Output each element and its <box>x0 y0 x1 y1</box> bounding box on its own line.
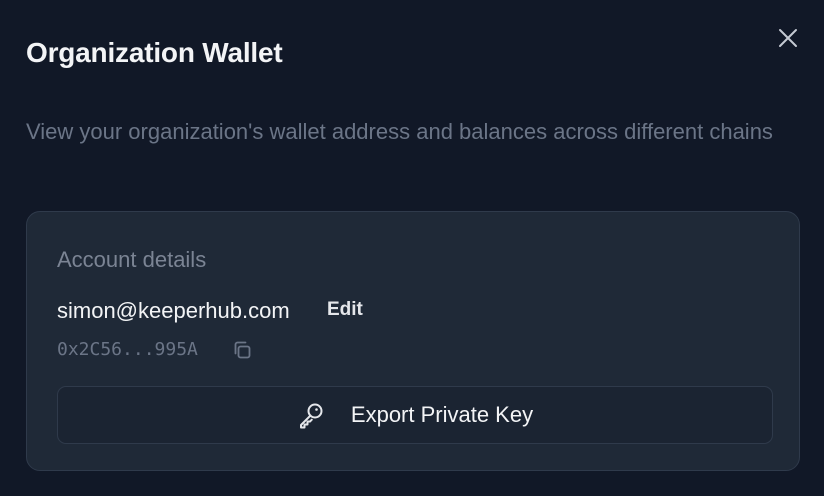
export-private-key-label: Export Private Key <box>350 402 534 427</box>
account-details-heading: Account details <box>57 247 207 272</box>
close-icon <box>778 28 798 48</box>
key-icon <box>297 401 325 429</box>
wallet-address: 0x2C56...995A <box>57 339 198 360</box>
copy-address-button[interactable] <box>231 338 253 362</box>
account-email: simon@keeperhub.com <box>57 298 290 323</box>
account-details-card: Account details simon@keeperhub.com Edit… <box>26 211 800 471</box>
dialog-title: Organization Wallet <box>26 37 283 68</box>
dialog-subtitle: View your organization's wallet address … <box>26 119 773 144</box>
close-button[interactable] <box>772 22 804 54</box>
export-private-key-button[interactable]: Export Private Key <box>57 386 773 444</box>
organization-wallet-dialog: Organization Wallet View your organizati… <box>0 0 824 496</box>
copy-icon <box>232 340 252 360</box>
edit-button[interactable]: Edit <box>327 297 363 323</box>
